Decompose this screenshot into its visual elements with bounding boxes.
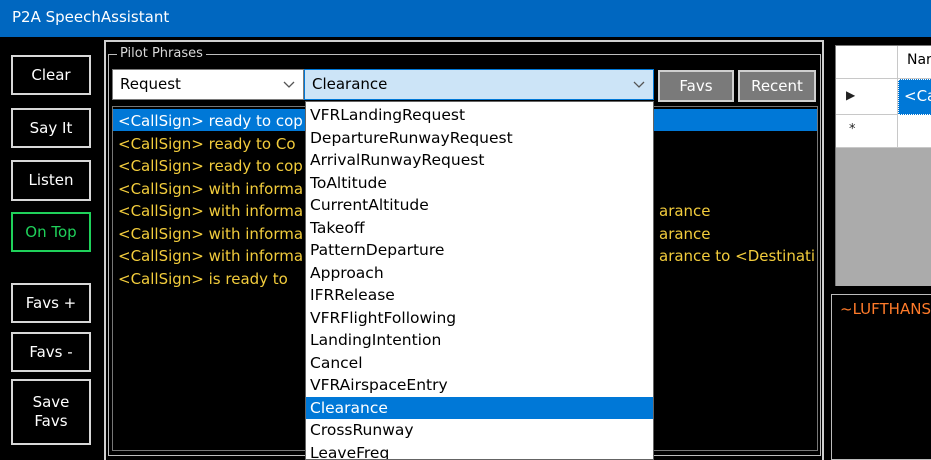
phrase-item[interactable]: <CallSign> ready to cop — [118, 110, 303, 132]
dropdown-item[interactable]: Takeoff — [306, 217, 653, 240]
phrase-item[interactable]: <CallSign> with informa — [118, 245, 303, 267]
favs-plus-button[interactable]: Favs + — [11, 283, 91, 323]
phrase-item[interactable]: <CallSign> ready to Co — [118, 133, 296, 155]
save-favs-button[interactable]: Save Favs — [11, 379, 91, 445]
phrase-item[interactable]: <CallSign> with informa — [118, 178, 303, 200]
favs-button[interactable]: Favs — [658, 70, 734, 102]
on-top-button[interactable]: On Top — [11, 212, 91, 252]
say-it-button[interactable]: Say It — [11, 108, 91, 148]
phrase-item-tail: arance — [659, 202, 711, 220]
dropdown-item[interactable]: Approach — [306, 262, 653, 285]
favs-minus-button[interactable]: Favs - — [11, 332, 91, 372]
category-combobox[interactable]: Request — [112, 69, 304, 100]
dropdown-item-selected[interactable]: Clearance — [306, 396, 653, 419]
listen-button[interactable]: Listen — [11, 160, 91, 201]
recent-button[interactable]: Recent — [738, 70, 816, 102]
dropdown-item[interactable]: Cancel — [306, 352, 653, 375]
dropdown-item[interactable]: VFRFlightFollowing — [306, 307, 653, 330]
dropdown-item[interactable]: ToAltitude — [306, 172, 653, 195]
phrase-item[interactable]: <CallSign> with informa — [118, 200, 303, 222]
pilot-phrases-label: Pilot Phrases — [117, 46, 206, 62]
dropdown-item[interactable]: IFRRelease — [306, 284, 653, 307]
output-log-text: ~LUFTHANS — [840, 300, 931, 318]
subcategory-dropdown-list[interactable]: VFRLandingRequest DepartureRunwayRequest… — [305, 101, 654, 460]
current-row-arrow-icon: ▶ — [846, 88, 856, 102]
dropdown-item[interactable]: DepartureRunwayRequest — [306, 127, 653, 150]
grid-corner-header — [836, 46, 898, 79]
phrase-item-tail: arance to <Destinati — [659, 247, 816, 265]
save-favs-label-line2: Favs — [34, 412, 68, 430]
dropdown-item[interactable]: PatternDeparture — [306, 239, 653, 262]
dropdown-item[interactable]: ArrivalRunwayRequest — [306, 149, 653, 172]
top-divider — [104, 40, 824, 42]
callsign-grid[interactable]: Nar ▶ <Cal * — [835, 45, 931, 286]
right-divider — [822, 40, 824, 460]
left-button-panel: Clear Say It Listen On Top Favs + Favs -… — [0, 37, 106, 460]
dropdown-item[interactable]: LeaveFreq — [306, 442, 653, 460]
window-title: P2A SpeechAssistant — [12, 8, 170, 26]
dropdown-item[interactable]: LandingIntention — [306, 329, 653, 352]
new-row-asterisk-icon: * — [849, 122, 856, 137]
grid-new-row-cell[interactable] — [898, 115, 931, 148]
dropdown-item[interactable]: VFRLandingRequest — [306, 104, 653, 127]
phrase-item[interactable]: <CallSign> ready to cop — [118, 155, 303, 177]
category-combobox-value: Request — [120, 75, 181, 93]
save-favs-label-line1: Save — [32, 393, 70, 411]
phrase-item[interactable]: <CallSign> with informa — [118, 223, 303, 245]
grid-row-header[interactable]: ▶ — [836, 79, 898, 115]
dropdown-item[interactable]: CurrentAltitude — [306, 194, 653, 217]
grid-cell-value: <Cal — [904, 87, 931, 105]
chevron-down-icon — [283, 70, 295, 110]
grid-new-row-header[interactable]: * — [836, 115, 898, 148]
title-bar: P2A SpeechAssistant — [0, 0, 931, 37]
subcategory-combobox[interactable]: Clearance — [304, 69, 654, 100]
dropdown-item[interactable]: CrossRunway — [306, 419, 653, 442]
dropdown-item[interactable]: VFRAirspaceEntry — [306, 374, 653, 397]
grid-cell-name[interactable]: <Cal — [898, 79, 931, 115]
phrase-item[interactable]: <CallSign> is ready to — [118, 268, 288, 290]
phrase-item-tail: arance — [659, 225, 711, 243]
output-log-box[interactable]: ~LUFTHANS — [831, 294, 931, 460]
left-divider — [104, 40, 106, 460]
grid-column-header[interactable]: Nar — [898, 46, 931, 79]
clear-button[interactable]: Clear — [11, 55, 91, 95]
grid-column-header-label: Nar — [907, 52, 931, 68]
subcategory-combobox-value: Clearance — [312, 75, 388, 93]
